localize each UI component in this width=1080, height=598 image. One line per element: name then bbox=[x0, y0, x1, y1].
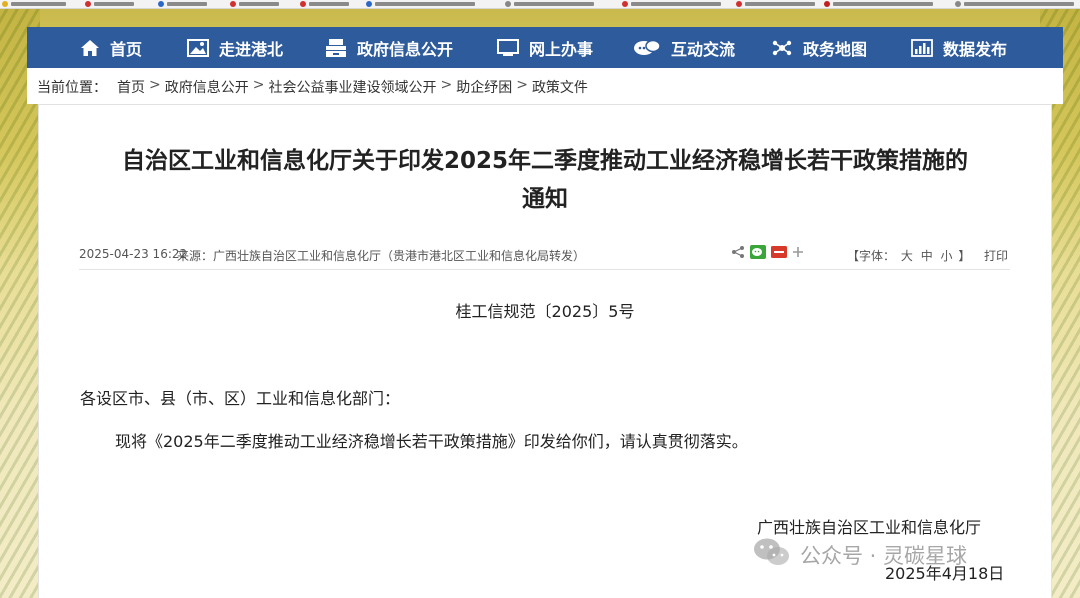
nav-item-interaction[interactable]: 互动交流 bbox=[633, 27, 735, 68]
breadcrumb-item-enterprise-relief[interactable]: 助企纾困 bbox=[456, 77, 512, 97]
nav-item-map[interactable]: 政务地图 bbox=[771, 27, 867, 68]
article-source: 来源：广西壮族自治区工业和信息化厅（贵港市港北区工业和信息化局转发） bbox=[177, 249, 586, 263]
font-size-close: 】 bbox=[958, 249, 971, 263]
nav-item-about[interactable]: 走进港北 bbox=[187, 27, 283, 68]
nav-item-gov-info[interactable]: 政府信息公开 bbox=[325, 27, 453, 68]
font-size-large[interactable]: 大 bbox=[901, 249, 913, 263]
nav-item-label: 走进港北 bbox=[219, 39, 284, 59]
nav-item-online-service[interactable]: 网上办事 bbox=[497, 27, 593, 68]
home-icon bbox=[80, 39, 100, 57]
share-icon[interactable] bbox=[731, 245, 745, 262]
font-size-medium[interactable]: 中 bbox=[921, 249, 933, 263]
breadcrumb-separator: > bbox=[516, 77, 528, 93]
wechat-logo-icon bbox=[752, 536, 792, 573]
font-size-label: 【字体： bbox=[847, 249, 896, 263]
bookmark-item[interactable] bbox=[300, 0, 349, 8]
bookmark-item[interactable] bbox=[85, 0, 134, 8]
chat-icon bbox=[633, 39, 661, 57]
bookmark-item[interactable] bbox=[622, 0, 721, 8]
breadcrumb: 当前位置： 首页 > 政府信息公开 > 社会公益事业建设领域公开 > 助企纾困 … bbox=[37, 77, 588, 97]
nav-item-label: 数据发布 bbox=[943, 39, 1008, 59]
bookmark-item[interactable] bbox=[2, 0, 66, 8]
breadcrumb-label: 当前位置： bbox=[37, 80, 107, 96]
breadcrumb-separator: > bbox=[149, 77, 161, 93]
main-navigation: 首页 走进港北 政府信息公开 网上办事 互动交流 政务地图 数据发布 bbox=[27, 27, 1063, 68]
document-body: 现将《2025年二季度推动工业经济稳增长若干政策措施》印发给你们，请认真贯彻落实… bbox=[115, 432, 748, 451]
bookmark-item[interactable] bbox=[230, 0, 279, 8]
print-button[interactable]: 打印 bbox=[984, 247, 1008, 264]
picture-icon bbox=[187, 38, 209, 57]
article-title-line: 自治区工业和信息化厅关于印发2025年二季度推动工业经济稳增长若干政策措施的 bbox=[121, 148, 968, 174]
document-addressee: 各设区市、县（市、区）工业和信息化部门： bbox=[80, 389, 401, 408]
breadcrumb-separator: > bbox=[440, 77, 453, 93]
bookmark-item[interactable] bbox=[505, 0, 594, 8]
share-tools bbox=[731, 245, 804, 262]
document-signer: 广西壮族自治区工业和信息化厅 bbox=[757, 518, 982, 537]
bookmark-bar bbox=[0, 0, 1080, 9]
bookmark-item[interactable] bbox=[736, 0, 815, 8]
bookmark-item[interactable] bbox=[158, 0, 207, 8]
bookmark-item[interactable] bbox=[366, 0, 475, 8]
nav-item-home[interactable]: 首页 bbox=[80, 27, 142, 68]
monitor-icon bbox=[497, 38, 519, 57]
breadcrumb-item-home[interactable]: 首页 bbox=[117, 77, 145, 97]
document-number: 桂工信规范〔2025〕5号 bbox=[455, 302, 635, 321]
breadcrumb-separator: > bbox=[252, 77, 265, 93]
nav-item-data-release[interactable]: 数据发布 bbox=[911, 27, 1007, 68]
weibo-icon[interactable] bbox=[771, 246, 787, 261]
font-size-controls: 【字体： 大 中 小 】 bbox=[847, 247, 970, 264]
article-meta: 2025-04-23 16:22 来源：广西壮族自治区工业和信息化厅（贵港市港北… bbox=[79, 243, 1010, 270]
map-network-icon bbox=[771, 39, 793, 57]
breadcrumb-item-policy-docs[interactable]: 政策文件 bbox=[532, 77, 588, 97]
wechat-icon[interactable] bbox=[750, 245, 766, 262]
bookmark-item[interactable] bbox=[955, 0, 1074, 8]
nav-item-label: 首页 bbox=[110, 39, 143, 59]
nav-item-label: 政务地图 bbox=[803, 39, 868, 59]
publish-date: 2025-04-23 16:22 bbox=[79, 247, 188, 261]
breadcrumb-item-gov-info[interactable]: 政府信息公开 bbox=[165, 77, 249, 97]
nav-item-label: 政府信息公开 bbox=[357, 39, 454, 59]
bar-chart-icon bbox=[911, 38, 933, 57]
font-size-small[interactable]: 小 bbox=[941, 249, 953, 263]
document-date: 2025年4月18日 bbox=[885, 564, 1005, 583]
nav-item-label: 网上办事 bbox=[529, 39, 594, 59]
bookmark-item[interactable] bbox=[824, 0, 933, 8]
article-title: 自治区工业和信息化厅关于印发2025年二季度推动工业经济稳增长若干政策措施的 通… bbox=[60, 142, 1030, 218]
more-share-icon[interactable] bbox=[792, 246, 804, 261]
breadcrumb-item-public-welfare[interactable]: 社会公益事业建设领域公开 bbox=[268, 77, 436, 97]
article-title-line: 通知 bbox=[522, 186, 568, 212]
nav-item-label: 互动交流 bbox=[671, 39, 736, 59]
document-tray-icon bbox=[325, 38, 347, 57]
